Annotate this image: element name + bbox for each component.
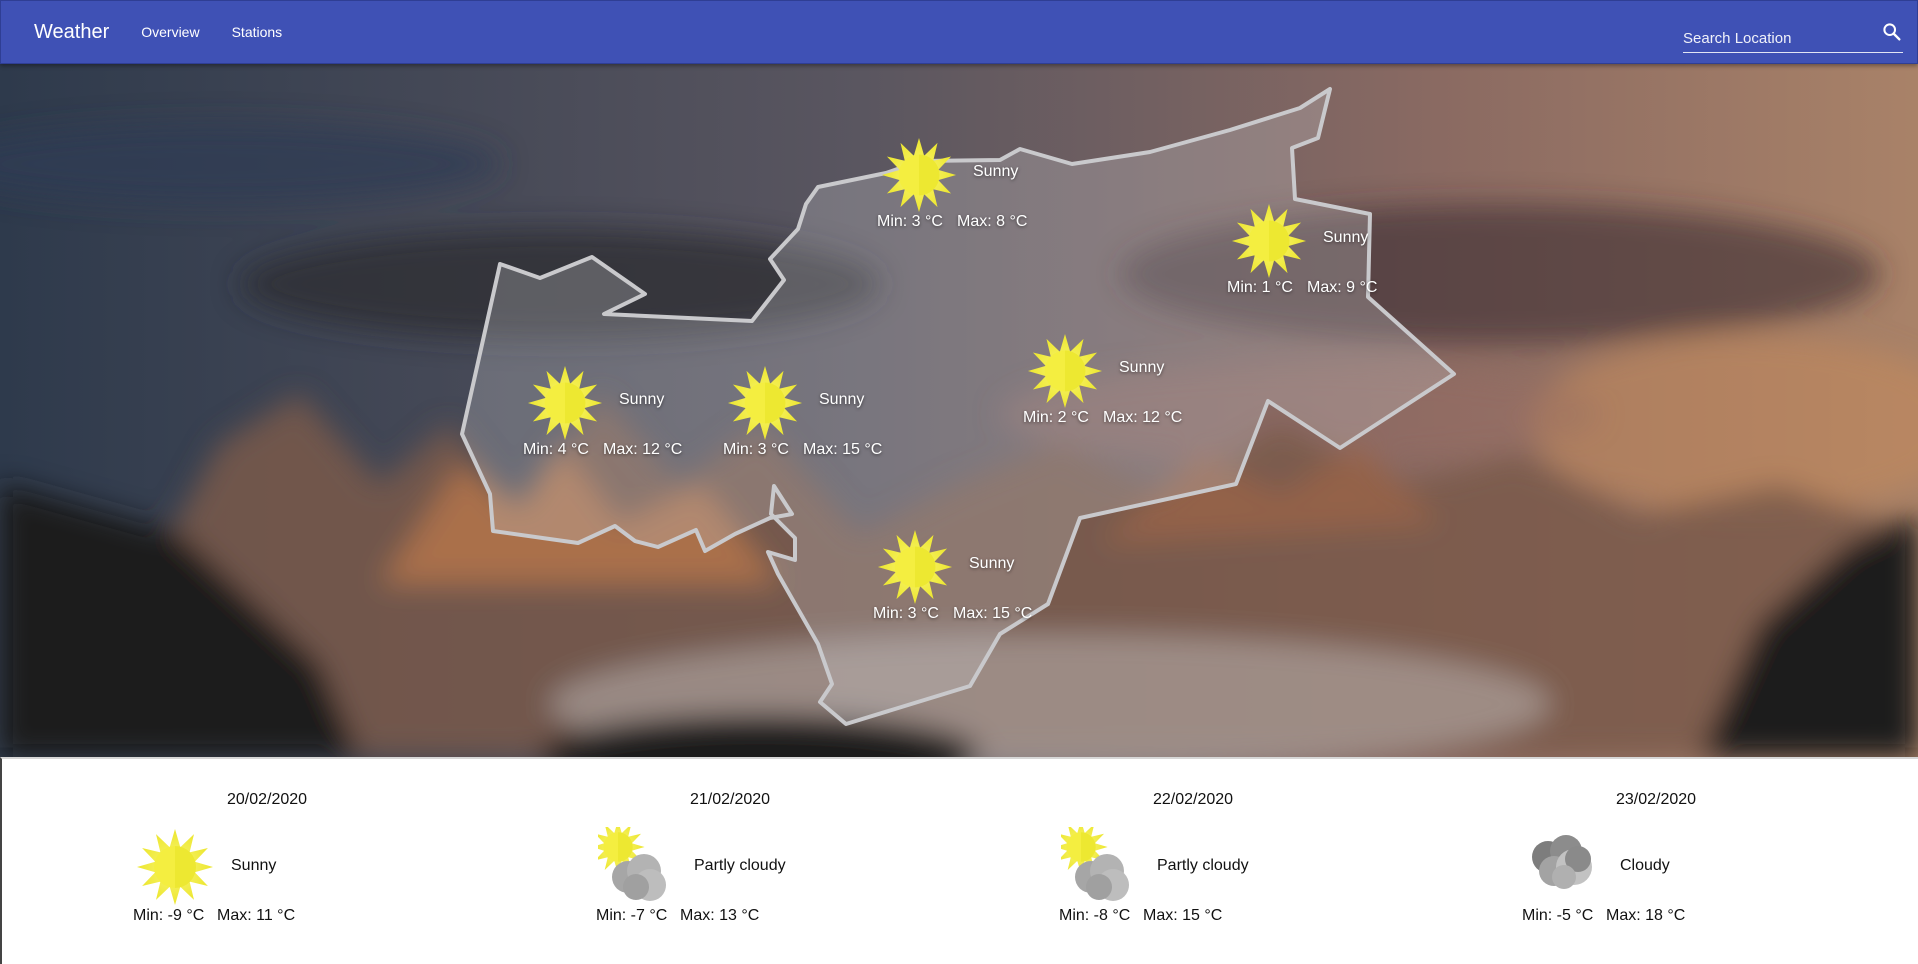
station-condition: Sunny xyxy=(973,163,1019,180)
station-min-temp: Min: 3 °C xyxy=(877,213,943,230)
forecast-condition: Sunny xyxy=(231,857,277,874)
station-min-temp: Min: 4 °C xyxy=(523,441,589,458)
station-condition: Sunny xyxy=(819,391,865,408)
partly-cloudy-icon xyxy=(598,827,666,901)
forecast-min-temp: Min: -7 °C xyxy=(596,907,668,924)
search-field xyxy=(1683,21,1903,53)
sun-icon xyxy=(876,528,954,606)
forecast-day: 22/02/2020 Partly cloudy Min: -8 °C Max:… xyxy=(1043,759,1343,964)
station-max-temp: Max: 9 °C xyxy=(1307,279,1378,296)
search-icon[interactable] xyxy=(1881,21,1903,43)
map-hero: Sunny Min: 3 °C Max: 8 °C Sunny Min: 1 °… xyxy=(0,64,1918,757)
station-min-temp: Min: 2 °C xyxy=(1023,409,1089,426)
forecast-condition: Partly cloudy xyxy=(1157,857,1249,874)
station-max-temp: Max: 8 °C xyxy=(957,213,1028,230)
forecast-day: 21/02/2020 Partly cloudy Min: -7 °C Max:… xyxy=(580,759,880,964)
station-condition: Sunny xyxy=(1119,359,1165,376)
station-min-temp: Min: 3 °C xyxy=(723,441,789,458)
partly-cloudy-icon xyxy=(1061,827,1129,901)
station-condition: Sunny xyxy=(619,391,665,408)
sun-icon xyxy=(1026,332,1104,410)
station-max-temp: Max: 12 °C xyxy=(603,441,683,458)
station-max-temp: Max: 15 °C xyxy=(803,441,883,458)
search-input[interactable] xyxy=(1683,27,1863,49)
forecast-date: 21/02/2020 xyxy=(689,791,771,808)
sun-icon xyxy=(526,364,604,442)
forecast-date: 22/02/2020 xyxy=(1152,791,1234,808)
station-central[interactable]: Sunny Min: 3 °C Max: 15 °C xyxy=(723,364,896,474)
forecast-condition: Cloudy xyxy=(1620,857,1670,874)
station-condition: Sunny xyxy=(1323,229,1369,246)
station-max-temp: Max: 15 °C xyxy=(953,605,1033,622)
station-max-temp: Max: 12 °C xyxy=(1103,409,1183,426)
forecast-day: 20/02/2020 Sunny Min: -9 °C Max: 11 °C xyxy=(117,759,417,964)
forecast-condition: Partly cloudy xyxy=(694,857,786,874)
forecast-max-temp: Max: 13 °C xyxy=(680,907,760,924)
forecast-date: 23/02/2020 xyxy=(1615,791,1697,808)
forecast-min-temp: Min: -5 °C xyxy=(1522,907,1594,924)
nav-overview[interactable]: Overview xyxy=(141,24,199,40)
sun-icon xyxy=(135,827,215,907)
station-min-temp: Min: 1 °C xyxy=(1227,279,1293,296)
station-min-temp: Min: 3 °C xyxy=(873,605,939,622)
forecast-min-temp: Min: -8 °C xyxy=(1059,907,1131,924)
forecast-min-temp: Min: -9 °C xyxy=(133,907,205,924)
forecast-day: 23/02/2020 Cloudy Min: -5 °C Max: 18 °C xyxy=(1506,759,1806,964)
nav-stations[interactable]: Stations xyxy=(232,24,283,40)
station-condition: Sunny xyxy=(969,555,1015,572)
station-north[interactable]: Sunny Min: 3 °C Max: 8 °C xyxy=(877,136,1050,246)
station-northeast[interactable]: Sunny Min: 1 °C Max: 9 °C xyxy=(1227,202,1400,312)
station-east[interactable]: Sunny Min: 2 °C Max: 12 °C xyxy=(1023,332,1196,442)
forecast-date: 20/02/2020 xyxy=(226,791,308,808)
app-title[interactable]: Weather xyxy=(34,21,109,44)
forecast-max-temp: Max: 18 °C xyxy=(1606,907,1686,924)
sun-icon xyxy=(1230,202,1308,280)
forecast-max-temp: Max: 11 °C xyxy=(217,907,296,924)
forecast-max-temp: Max: 15 °C xyxy=(1143,907,1223,924)
forecast-strip: 20/02/2020 Sunny Min: -9 °C Max: 11 °C 2… xyxy=(0,757,1918,964)
station-south[interactable]: Sunny Min: 3 °C Max: 15 °C xyxy=(873,528,1046,638)
station-west[interactable]: Sunny Min: 4 °C Max: 12 °C xyxy=(523,364,696,474)
app-bar: Weather Overview Stations xyxy=(0,0,1918,64)
cloudy-icon xyxy=(1532,835,1592,889)
sun-icon xyxy=(880,136,958,214)
sun-icon xyxy=(726,364,804,442)
